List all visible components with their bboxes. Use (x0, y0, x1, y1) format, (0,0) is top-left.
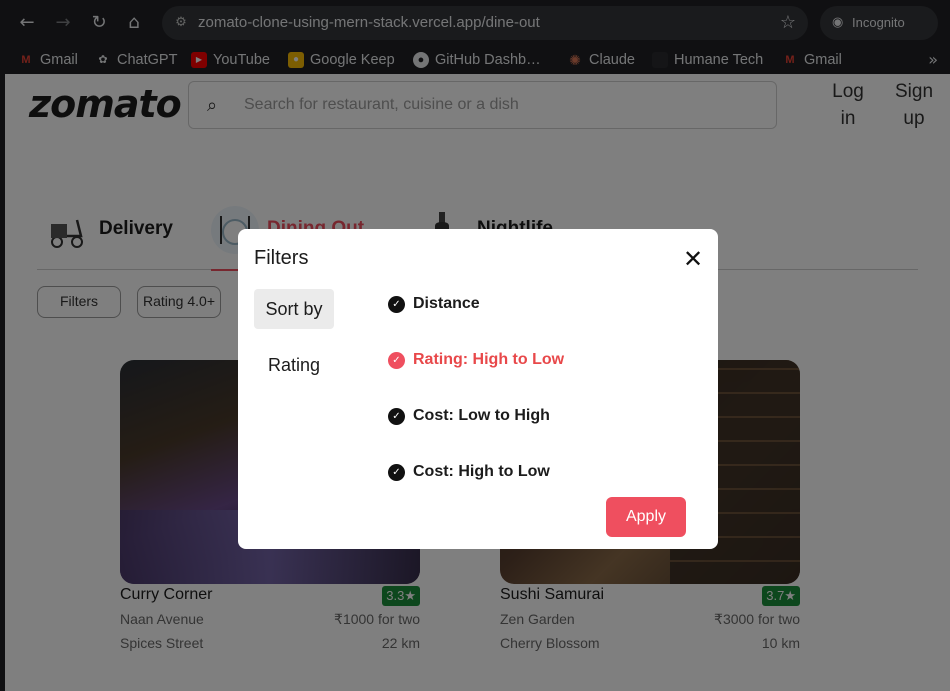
sort-option-rating-high-to-low[interactable]: ✓ Rating: High to Low (388, 349, 564, 371)
modal-title: Filters (254, 247, 309, 269)
check-icon: ✓ (388, 351, 405, 369)
sort-option-label: Cost: High to Low (413, 463, 550, 480)
sidebar-item-sort-by[interactable]: Sort by (254, 289, 334, 329)
check-icon: ✓ (388, 463, 405, 481)
check-icon: ✓ (388, 407, 405, 425)
check-icon: ✓ (388, 295, 405, 313)
filters-modal: Filters ✕ Sort by Rating ✓ Distance ✓ Ra… (238, 229, 718, 549)
sidebar-item-rating[interactable]: Rating (254, 345, 334, 385)
close-icon[interactable]: ✕ (681, 247, 705, 271)
sort-option-cost-low-to-high[interactable]: ✓ Cost: Low to High (388, 405, 550, 427)
sort-option-label: Cost: Low to High (413, 407, 550, 424)
sort-option-label: Distance (413, 295, 480, 312)
sort-option-label: Rating: High to Low (413, 351, 565, 368)
apply-button[interactable]: Apply (606, 497, 686, 537)
sort-option-distance[interactable]: ✓ Distance (388, 293, 480, 315)
sort-option-cost-high-to-low[interactable]: ✓ Cost: High to Low (388, 461, 550, 483)
